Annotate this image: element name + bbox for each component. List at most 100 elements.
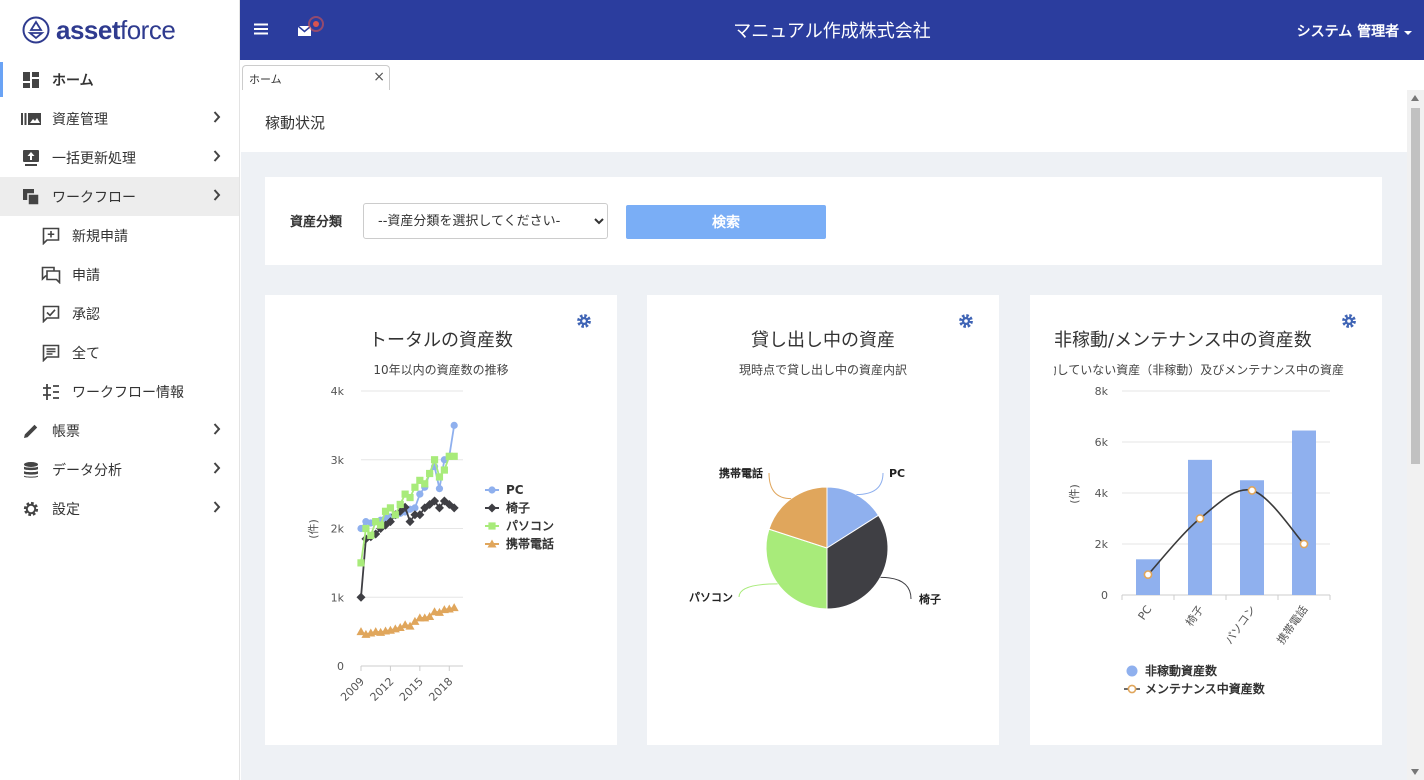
data-point [391, 511, 399, 519]
sidebar: assetforce ホーム 資産管理 一括更新処理 ワークフロー 新規申請 申… [0, 0, 240, 780]
data-point [386, 504, 395, 512]
data-point [421, 480, 429, 488]
sidebar-subitem-label: 申請 [72, 267, 100, 284]
caret-down-icon [1404, 31, 1412, 35]
sidebar-item-label: データ分析 [52, 462, 122, 479]
x-tick-label: PC [1136, 603, 1155, 622]
chevron-right-icon [213, 462, 221, 474]
sidebar-item-bulk-update[interactable]: 一括更新処理 [0, 138, 239, 177]
chevron-right-icon [213, 189, 221, 201]
sidebar-item-data-analysis[interactable]: データ分析 [0, 450, 239, 489]
sidebar-item-workflow[interactable]: ワークフロー [0, 177, 239, 216]
data-point [377, 521, 385, 529]
y-axis-label: (件) [307, 519, 320, 539]
x-tick-label: 2015 [397, 675, 426, 704]
idle-maintenance-chart-card: 非稼動/メンテナンス中の資産数 稼動していない資産（非稼動）及びメンテナンス中の… [1030, 295, 1382, 745]
sidebar-item-home[interactable]: ホーム [0, 60, 239, 99]
chevron-right-icon [213, 150, 221, 162]
data-point [426, 469, 434, 478]
pie-slice-label: 椅子 [919, 592, 941, 606]
x-tick-label: 2018 [426, 675, 455, 704]
y-tick-label: 4k [1095, 487, 1109, 500]
pie-slice-label: パソコン [689, 591, 733, 604]
x-tick-label: 2009 [338, 675, 367, 704]
total-assets-line-chart: 0 1k 2k 3k 4k (件) 2009 2012 2015 2018 PC 椅子パソコン携帯電話 [307, 385, 554, 704]
y-tick-label: 1k [331, 591, 345, 604]
data-point [435, 485, 444, 493]
chevron-right-icon [213, 423, 221, 435]
legend-label: メンテナンス中資産数 [1145, 681, 1266, 696]
vertical-scrollbar[interactable] [1407, 90, 1424, 780]
total-assets-chart-card: トータルの資産数 10年以内の資産数の推移 0 1k 2k 3k 4k (件) 2009 20… [265, 295, 617, 745]
bar [1292, 430, 1316, 595]
sidebar-item-asset-management[interactable]: 資産管理 [0, 99, 239, 138]
data-point [449, 603, 459, 612]
sidebar-subitem-label: 承認 [72, 306, 100, 323]
pie-leader-line [768, 472, 792, 500]
top-header: マニュアル作成株式会社 システム 管理者 [240, 0, 1424, 60]
sidebar-item-settings[interactable]: 設定 [0, 489, 239, 528]
series-line-2 [360, 499, 455, 598]
legend-label: パソコン [506, 519, 554, 533]
y-tick-label: 2k [1095, 538, 1109, 551]
close-icon[interactable]: × [373, 70, 385, 84]
legend-marker [1127, 684, 1137, 694]
main-content: 稼動状況 資産分類 --資産分類を選択してください- 検索 トータルの資産数 1… [241, 90, 1407, 780]
x-tick-label: 椅子 [1182, 603, 1206, 629]
asset-library-icon [20, 108, 42, 130]
x-tick-label: パソコン [1223, 603, 1259, 646]
sidebar-subitem-all[interactable]: 全て [0, 333, 239, 372]
sidebar-subitem-label: 全て [72, 345, 100, 362]
legend-label: 非稼動資産数 [1145, 663, 1218, 678]
scroll-down-icon[interactable] [1411, 769, 1419, 775]
y-tick-label: 6k [1095, 436, 1109, 449]
search-button[interactable]: 検索 [626, 205, 826, 239]
chevron-right-icon [213, 501, 221, 513]
approve-check-icon [40, 303, 62, 325]
tab-home[interactable]: ホーム × [242, 65, 390, 91]
filter-card: 資産分類 --資産分類を選択してください- 検索 [265, 177, 1382, 265]
data-point [440, 466, 448, 474]
pie-slice-label: 携帯電話 [719, 466, 763, 480]
sidebar-item-label: 資産管理 [52, 111, 108, 128]
chat-bubbles-icon [40, 264, 62, 286]
loaned-assets-pie-chart: PC 椅子 パソコン 携帯電話 [689, 466, 941, 610]
chevron-right-icon [213, 111, 221, 123]
gear-icon [20, 498, 42, 520]
legend-marker [487, 503, 497, 513]
tab-label: ホーム [249, 73, 282, 86]
recycle-logo-icon [22, 16, 50, 44]
asset-category-select[interactable]: --資産分類を選択してください- [363, 203, 608, 239]
sidebar-subitem-workflow-info[interactable]: ワークフロー情報 [0, 372, 239, 411]
asset-category-label: 資産分類 [290, 215, 343, 230]
sidebar-item-label: 帳票 [52, 423, 80, 440]
legend-marker [488, 522, 496, 530]
maintenance-line [1147, 489, 1305, 576]
user-name: システム 管理者 [1296, 24, 1400, 40]
legend-marker [488, 486, 496, 494]
pie-leader-line [880, 576, 912, 600]
y-axis-label: (件) [1068, 484, 1081, 504]
data-point [367, 531, 375, 539]
pie-leader-line [738, 583, 778, 598]
scrollbar-thumb[interactable] [1411, 108, 1420, 464]
sidebar-subitem-request[interactable]: 申請 [0, 255, 239, 294]
database-icon [20, 459, 42, 481]
sidebar-subitem-new-request[interactable]: 新規申請 [0, 216, 239, 255]
data-point [362, 524, 370, 533]
sidebar-subitem-label: ワークフロー情報 [72, 384, 184, 401]
idle-maintenance-bar-chart: 0 2k 4k 6k 8k (件) PC 椅子 パソコン 携帯電話非稼動資産数メンテナンス中資産数 [1068, 385, 1331, 696]
sidebar-subitem-approval[interactable]: 承認 [0, 294, 239, 333]
workflow-icon [20, 186, 42, 208]
user-menu[interactable]: システム 管理者 [1297, 21, 1412, 41]
logo[interactable]: assetforce [0, 0, 239, 60]
legend-label: 椅子 [506, 500, 530, 515]
y-tick-label: 0 [1101, 589, 1108, 602]
scroll-up-icon[interactable] [1411, 95, 1419, 101]
bar [1188, 459, 1212, 595]
data-point [450, 452, 458, 460]
page-title: 稼動状況 [265, 114, 326, 132]
y-tick-label: 2k [331, 523, 345, 536]
y-tick-label: 0 [337, 660, 344, 673]
sidebar-item-reports[interactable]: 帳票 [0, 411, 239, 450]
